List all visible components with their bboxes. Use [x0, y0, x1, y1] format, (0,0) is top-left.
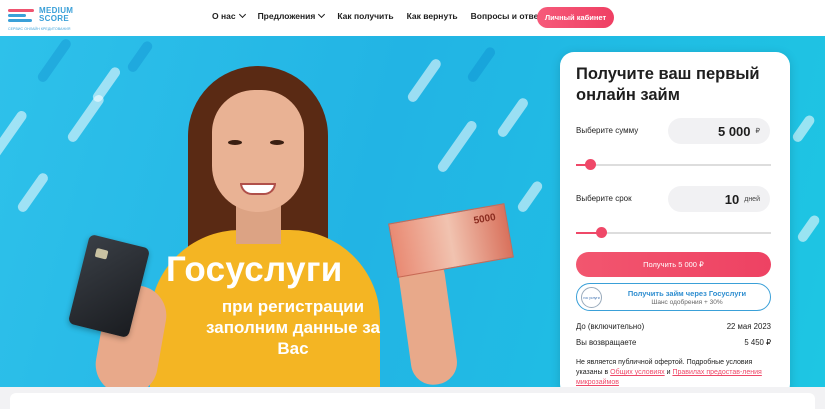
disclaimer-note: Не является публичной офертой. Подробные…	[576, 359, 762, 386]
form-title: Получите ваш первый онлайн займ	[576, 65, 760, 104]
nav-about[interactable]: О нас	[212, 10, 246, 21]
promo-subtitle: при регистрации заполним данные за Вас	[206, 297, 380, 358]
amount-slider[interactable]	[576, 159, 771, 170]
return-amount-label: Вы возвращаете	[576, 338, 637, 347]
term-slider[interactable]	[576, 227, 771, 238]
term-label: Выберите срок	[576, 194, 632, 203]
personal-cabinet-button[interactable]: Личный кабинет	[537, 7, 614, 28]
logo-mark	[8, 9, 36, 23]
nav-how-to-get[interactable]: Как получить	[337, 11, 393, 21]
term-unit: дней	[744, 195, 760, 203]
amount-field[interactable]: 5 000 ₽	[668, 118, 770, 144]
amount-label: Выберите сумму	[576, 126, 639, 135]
logo[interactable]: MEDIUM SCORE СЕРВИС ОНЛАЙН КРЕДИТОВАНИЯ	[8, 3, 78, 33]
gosuslugi-button-title: Получить займ через Госуслуги	[627, 289, 747, 298]
site-header: MEDIUM SCORE СЕРВИС ОНЛАЙН КРЕДИТОВАНИЯ …	[0, 0, 825, 36]
loan-form-panel: Получите ваш первый онлайн займ Выберите…	[560, 52, 790, 398]
chevron-down-icon	[238, 10, 246, 19]
return-amount-value: 5 450 ₽	[744, 338, 771, 347]
gosuslugi-icon: гос услуги	[581, 287, 602, 308]
nav-offers[interactable]: Предложения	[258, 10, 326, 21]
return-amount-row: Вы возвращаете 5 450 ₽	[576, 338, 771, 347]
main-nav: О нас Предложения Как получить Как верну…	[212, 10, 563, 21]
due-date-value: 22 мая 2023	[726, 322, 771, 331]
logo-text: MEDIUM SCORE	[39, 6, 74, 23]
amount-unit: ₽	[755, 128, 760, 135]
logo-tagline: СЕРВИС ОНЛАЙН КРЕДИТОВАНИЯ	[8, 27, 71, 31]
person-eye	[228, 140, 242, 145]
term-field[interactable]: 10 дней	[668, 186, 770, 212]
due-date-label: До (включительно)	[576, 322, 645, 331]
promo-title: Госуслуги	[166, 250, 343, 289]
nav-how-to-return[interactable]: Как вернуть	[407, 11, 458, 21]
get-loan-button[interactable]: Получить 5 000 ₽	[576, 252, 771, 277]
person-eye	[270, 140, 284, 145]
term-slider-handle[interactable]	[596, 227, 607, 238]
gosuslugi-button-subtitle: Шанс одобрения + 30%	[651, 299, 723, 306]
amount-value: 5 000	[717, 123, 751, 139]
chevron-down-icon	[318, 10, 326, 19]
due-date-row: До (включительно) 22 мая 2023	[576, 322, 771, 331]
general-terms-link[interactable]: Общих условиях	[610, 369, 664, 376]
amount-slider-handle[interactable]	[585, 159, 596, 170]
gosuslugi-loan-button[interactable]: гос услуги Получить займ через Госуслуги…	[576, 283, 771, 311]
next-section-edge	[0, 387, 825, 409]
term-value: 10	[724, 191, 740, 207]
